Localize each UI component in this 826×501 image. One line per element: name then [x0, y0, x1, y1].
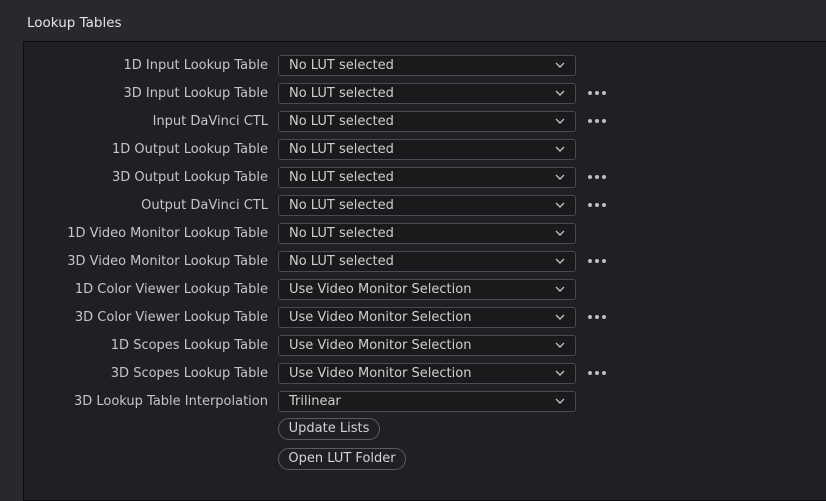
- chevron-down-icon: [555, 146, 565, 152]
- chevron-down-icon: [555, 258, 565, 264]
- lut-dropdown[interactable]: Trilinear: [278, 391, 576, 412]
- lut-dropdown[interactable]: No LUT selected: [278, 55, 576, 76]
- lut-dropdown-value: No LUT selected: [289, 226, 394, 241]
- lut-row: 1D Input Lookup Table No LUT selected: [24, 55, 826, 77]
- lut-row: 1D Color Viewer Lookup Table Use Video Mo…: [24, 279, 826, 301]
- lut-row: 1D Video Monitor Lookup Table No LUT sele…: [24, 223, 826, 245]
- chevron-down-icon: [555, 314, 565, 320]
- lut-row: 3D Color Viewer Lookup Table Use Video Mo…: [24, 307, 826, 329]
- lut-dropdown[interactable]: No LUT selected: [278, 251, 576, 272]
- lut-dropdown[interactable]: No LUT selected: [278, 111, 576, 132]
- chevron-down-icon: [555, 398, 565, 404]
- lut-row-label: 3D Color Viewer Lookup Table: [74, 310, 268, 325]
- lut-row: 1D Output Lookup Table No LUT selected: [24, 139, 826, 161]
- lut-dropdown-value: Use Video Monitor Selection: [289, 282, 472, 297]
- lut-row: 3D Lookup Table Interpolation Trilinear: [24, 391, 826, 413]
- lut-row-label: 3D Output Lookup Table: [112, 170, 268, 185]
- chevron-down-icon: [555, 62, 565, 68]
- more-options-icon[interactable]: [587, 255, 607, 267]
- lut-row-label: 3D Video Monitor Lookup Table: [67, 254, 268, 269]
- lut-dropdown-value: Trilinear: [289, 394, 341, 409]
- chevron-down-icon: [555, 202, 565, 208]
- lut-row-label: 3D Input Lookup Table: [123, 86, 269, 101]
- lut-dropdown-value: No LUT selected: [289, 58, 394, 73]
- lut-row: 1D Scopes Lookup Table Use Video Monitor …: [24, 335, 826, 357]
- lut-row-label: 3D Lookup Table Interpolation: [73, 394, 268, 409]
- lut-row-label: 1D Output Lookup Table: [112, 142, 268, 157]
- update-lists-button[interactable]: Update Lists: [278, 418, 380, 440]
- lookup-tables-panel: 1D Input Lookup Table No LUT selected 3D I…: [23, 41, 826, 501]
- chevron-down-icon: [555, 90, 565, 96]
- lut-dropdown[interactable]: Use Video Monitor Selection: [278, 279, 576, 300]
- section-title: Lookup Tables: [27, 15, 122, 31]
- lut-dropdown[interactable]: No LUT selected: [278, 139, 576, 160]
- lut-dropdown-value: No LUT selected: [289, 142, 394, 157]
- chevron-down-icon: [555, 174, 565, 180]
- more-options-icon[interactable]: [587, 367, 607, 379]
- lut-row-label: 1D Color Viewer Lookup Table: [74, 282, 268, 297]
- lut-row: Output DaVinci CTL No LUT selected: [24, 195, 826, 217]
- lut-dropdown-value: No LUT selected: [289, 170, 394, 185]
- lut-row: 3D Video Monitor Lookup Table No LUT sele…: [24, 251, 826, 273]
- lut-row: 3D Scopes Lookup Table Use Video Monitor …: [24, 363, 826, 385]
- lut-row: Input DaVinci CTL No LUT selected: [24, 111, 826, 133]
- chevron-down-icon: [555, 118, 565, 124]
- open-lut-folder-button[interactable]: Open LUT Folder: [278, 448, 406, 470]
- more-options-icon[interactable]: [587, 199, 607, 211]
- chevron-down-icon: [555, 370, 565, 376]
- lut-row-label: 1D Scopes Lookup Table: [110, 338, 268, 353]
- lut-row-label: 3D Scopes Lookup Table: [110, 366, 268, 381]
- chevron-down-icon: [555, 342, 565, 348]
- lut-dropdown-value: No LUT selected: [289, 254, 394, 269]
- lut-dropdown-value: Use Video Monitor Selection: [289, 310, 472, 325]
- lut-dropdown[interactable]: Use Video Monitor Selection: [278, 335, 576, 356]
- lut-row-label: Input DaVinci CTL: [152, 114, 268, 129]
- more-options-icon[interactable]: [587, 87, 607, 99]
- chevron-down-icon: [555, 230, 565, 236]
- lut-dropdown-value: Use Video Monitor Selection: [289, 338, 472, 353]
- lut-dropdown[interactable]: No LUT selected: [278, 223, 576, 244]
- lut-row: 3D Input Lookup Table No LUT selected: [24, 83, 826, 105]
- lut-dropdown[interactable]: No LUT selected: [278, 167, 576, 188]
- lut-dropdown[interactable]: Use Video Monitor Selection: [278, 363, 576, 384]
- lut-dropdown-value: Use Video Monitor Selection: [289, 366, 472, 381]
- lut-dropdown[interactable]: No LUT selected: [278, 83, 576, 104]
- lut-row: 3D Output Lookup Table No LUT selected: [24, 167, 826, 189]
- more-options-icon[interactable]: [587, 115, 607, 127]
- lut-dropdown[interactable]: No LUT selected: [278, 195, 576, 216]
- more-options-icon[interactable]: [587, 311, 607, 323]
- lut-dropdown-value: No LUT selected: [289, 198, 394, 213]
- chevron-down-icon: [555, 286, 565, 292]
- lut-dropdown[interactable]: Use Video Monitor Selection: [278, 307, 576, 328]
- lut-dropdown-value: No LUT selected: [289, 86, 394, 101]
- lut-row-label: 1D Input Lookup Table: [123, 58, 269, 73]
- lut-row-label: Output DaVinci CTL: [141, 198, 268, 213]
- more-options-icon[interactable]: [587, 171, 607, 183]
- lut-dropdown-value: No LUT selected: [289, 114, 394, 129]
- lut-row-label: 1D Video Monitor Lookup Table: [67, 226, 268, 241]
